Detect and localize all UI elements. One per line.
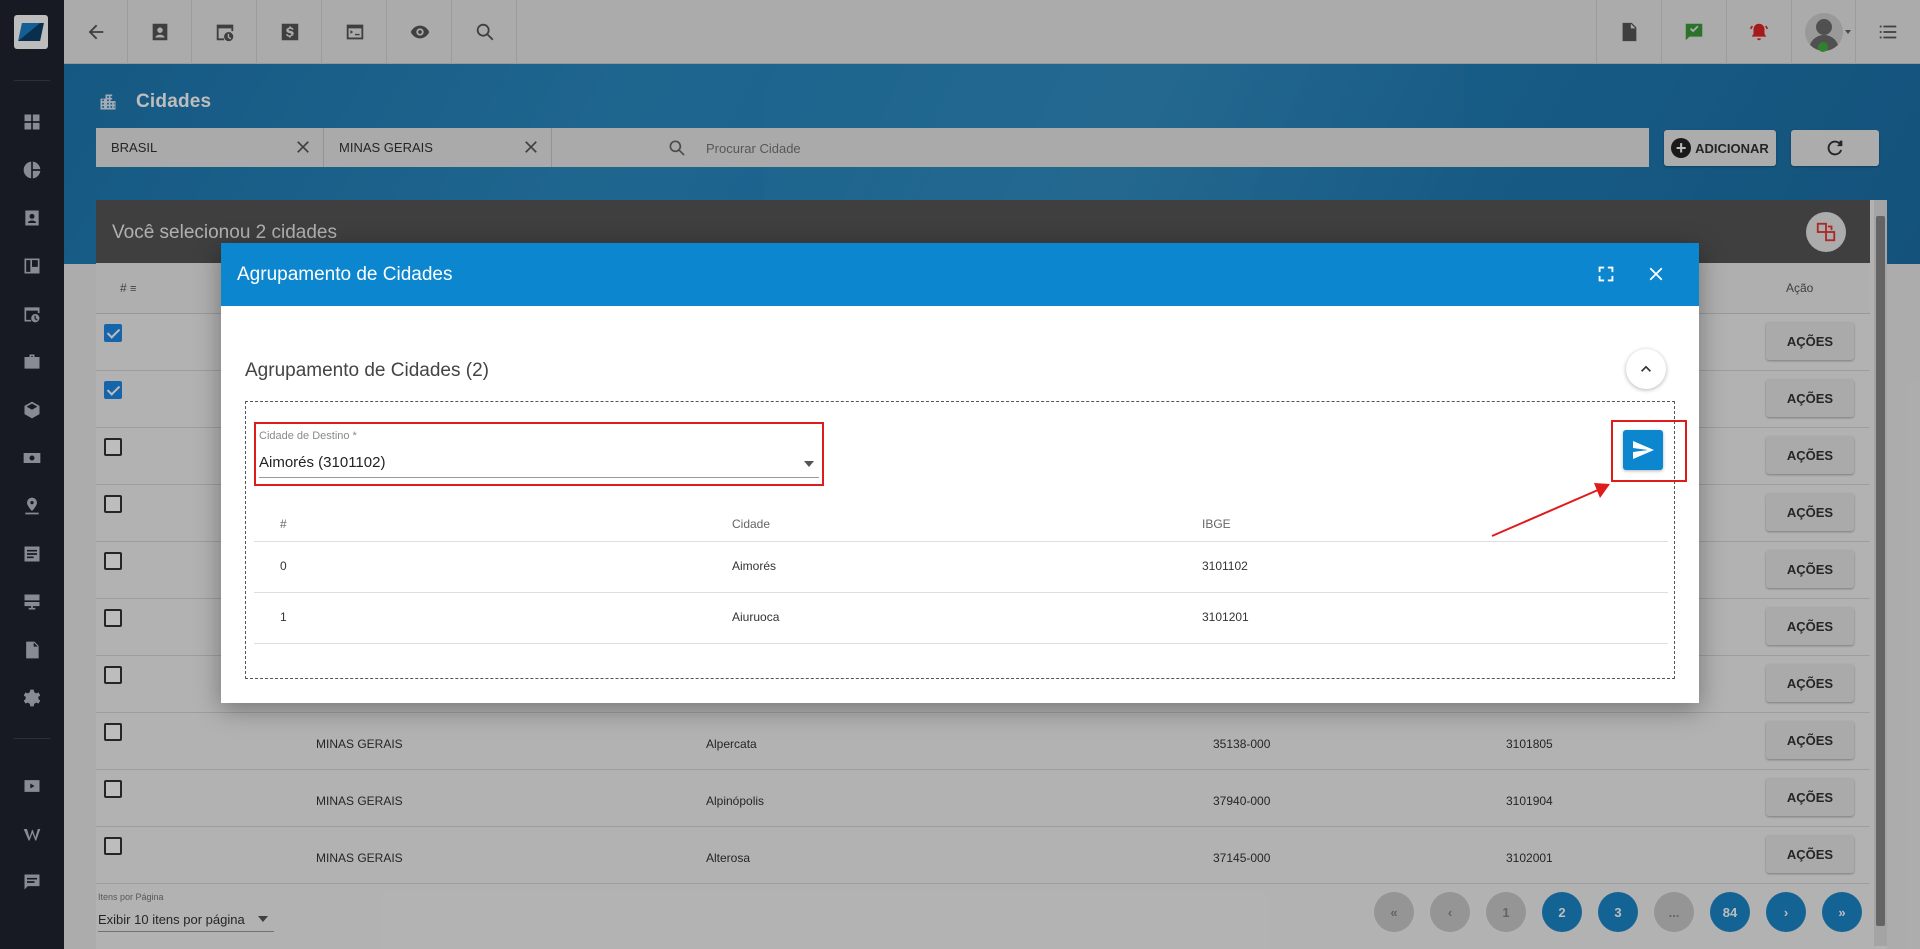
grouping-table-header: # Cidade IBGE <box>254 500 1668 542</box>
dialog-header: Agrupamento de Cidades <box>221 243 1699 306</box>
row-city: Aiuruoca <box>732 610 780 624</box>
row-number: 0 <box>280 559 287 573</box>
destination-city-label: Cidade de Destino * <box>259 430 357 442</box>
row-ibge: 3101201 <box>1202 610 1249 624</box>
dialog-title: Agrupamento de Cidades <box>237 264 453 285</box>
city-grouping-dialog: Agrupamento de Cidades Agrupamento de Ci… <box>221 243 1699 703</box>
col-city: Cidade <box>732 517 771 531</box>
table-row: 1 Aiuruoca 3101201 <box>254 593 1668 644</box>
chevron-down-icon <box>804 461 814 467</box>
grouping-panel: Cidade de Destino * Aimorés (3101102) # … <box>245 401 1687 679</box>
table-row: 0 Aimorés 3101102 <box>254 542 1668 593</box>
collapse-section-button[interactable] <box>1626 349 1666 389</box>
col-ibge: IBGE <box>1202 517 1231 531</box>
row-number: 1 <box>280 610 287 624</box>
send-icon <box>1633 441 1654 459</box>
row-city: Aimorés <box>732 559 777 573</box>
fullscreen-icon[interactable] <box>1595 263 1617 285</box>
destination-city-value: Aimorés (3101102) <box>259 454 386 471</box>
send-group-button[interactable] <box>1623 430 1663 470</box>
section-title: Agrupamento de Cidades (2) <box>245 360 489 381</box>
chevron-up-icon <box>1641 365 1651 372</box>
close-icon[interactable] <box>1645 263 1667 285</box>
destination-city-select[interactable]: Cidade de Destino * Aimorés (3101102) <box>254 422 824 486</box>
row-ibge: 3101102 <box>1202 559 1248 573</box>
col-number: # <box>280 517 287 531</box>
